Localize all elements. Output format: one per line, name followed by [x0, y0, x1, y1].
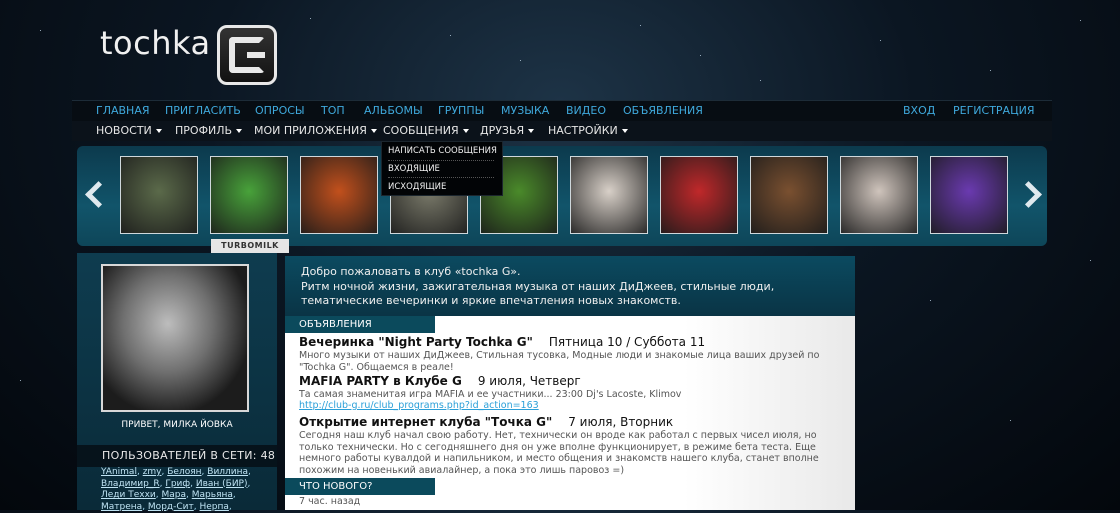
announcement-title-row[interactable]: Вечеринка "Night Party Tochka G" Пятница … [299, 335, 705, 349]
nav-login[interactable]: ВХОД [903, 104, 935, 117]
secondary-nav: НОВОСТИ ПРОФИЛЬ МОИ ПРИЛОЖЕНИЯ СООБЩЕНИЯ… [72, 121, 1052, 141]
announcement-date: Пятница 10 / Суббота 11 [548, 335, 706, 349]
announcement-date: 9 июля, Четверг [477, 374, 581, 388]
welcome-line: Добро пожаловать в клуб «tochka G». [301, 265, 521, 278]
online-users-title: ПОЛЬЗОВАТЕЛЕЙ В СЕТИ: 48 [102, 449, 276, 462]
user-link[interactable]: Мара [162, 490, 187, 500]
news-timestamp: 7 час. назад [299, 496, 361, 507]
carousel-thumb[interactable] [660, 156, 738, 234]
chevron-down-icon [621, 129, 628, 133]
messages-dropdown: НАПИСАТЬ СООБЩЕНИЯ ВХОДЯЩИЕ ИСХОДЯЩИЕ [381, 141, 503, 196]
carousel-thumb[interactable] [570, 156, 648, 234]
announcement-text: Та самая знаменитая игра MAFIA и ее учас… [299, 389, 682, 400]
carousel-thumb[interactable] [210, 156, 288, 234]
online-users-list: YAnimal, zmy, Белоян, Виллина, Владимир_… [101, 467, 251, 512]
user-link[interactable]: Иван (БИР) [196, 479, 248, 489]
logo-text: tochka [100, 24, 211, 62]
primary-nav: ГЛАВНАЯ ПРИГЛАСИТЬ ОПРОСЫ ТОП АЛЬБОМЫ ГР… [72, 100, 1052, 121]
menu-settings[interactable]: НАСТРОЙКИ [548, 124, 628, 137]
user-link[interactable]: Матрена [101, 502, 142, 512]
nav-top[interactable]: ТОП [321, 104, 345, 117]
nav-register[interactable]: РЕГИСТРАЦИЯ [953, 104, 1035, 117]
announcement-text: Много музыки от наших ДиДжеев, Стильная … [299, 350, 820, 373]
menu-news-label: НОВОСТИ [96, 124, 152, 137]
greeting: ПРИВЕТ, МИЛКА ЙОВКА [121, 420, 233, 430]
user-link[interactable]: Леди Теххи [101, 490, 156, 500]
carousel-thumb[interactable] [840, 156, 918, 234]
chevron-down-icon [155, 129, 162, 133]
menu-friends[interactable]: ДРУЗЬЯ [480, 124, 535, 137]
nav-home[interactable]: ГЛАВНАЯ [96, 104, 150, 117]
user-link[interactable]: Виллина [207, 467, 248, 477]
user-carousel [77, 146, 1047, 246]
menu-profile[interactable]: ПРОФИЛЬ [175, 124, 243, 137]
chevron-down-icon [528, 129, 535, 133]
announcements-tab: ОБЪЯВЛЕНИЯ [285, 316, 435, 333]
announcement-title-row[interactable]: Открытие интернет клуба "Точка G" 7 июля,… [299, 415, 673, 429]
menu-settings-label: НАСТРОЙКИ [548, 124, 618, 137]
carousel-thumb-label: TURBOMILK [211, 239, 289, 253]
nav-invite[interactable]: ПРИГЛАСИТЬ [165, 104, 241, 117]
logo-g-icon [217, 25, 277, 85]
announcement-title: Вечеринка "Night Party Tochka G" [299, 335, 533, 349]
user-link[interactable]: Белоян [167, 467, 201, 477]
carousel-prev-arrow-icon[interactable] [81, 178, 101, 208]
announcement-link[interactable]: http://club-g.ru/club_programs.php?id_ac… [299, 400, 539, 411]
user-link[interactable]: Морд-Сит [148, 502, 194, 512]
nav-ads[interactable]: ОБЪЯВЛЕНИЯ [623, 104, 703, 117]
chevron-down-icon [370, 129, 377, 133]
nav-music[interactable]: МУЗЫКА [501, 104, 549, 117]
main-content: ОБЪЯВЛЕНИЯ Вечеринка "Night Party Tochka… [285, 316, 855, 510]
dropdown-outbox[interactable]: ИСХОДЯЩИЕ [388, 182, 446, 192]
dropdown-write-message[interactable]: НАПИСАТЬ СООБЩЕНИЯ [388, 146, 497, 156]
menu-messages[interactable]: СООБЩЕНИЯ [383, 124, 469, 137]
carousel-thumb[interactable] [750, 156, 828, 234]
chevron-down-icon [462, 129, 469, 133]
online-users-header: ПОЛЬЗОВАТЕЛЕЙ В СЕТИ: 48 [77, 445, 277, 467]
user-link[interactable]: zmy [143, 467, 162, 477]
menu-my-apps[interactable]: МОИ ПРИЛОЖЕНИЯ [254, 124, 377, 137]
menu-my-apps-label: МОИ ПРИЛОЖЕНИЯ [254, 124, 367, 137]
announcement-title-row[interactable]: MAFIA PARTY в Клубе G 9 июля, Четверг [299, 374, 581, 388]
dropdown-inbox[interactable]: ВХОДЯЩИЕ [388, 164, 440, 174]
announcement-title: MAFIA PARTY в Клубе G [299, 374, 462, 388]
nav-polls[interactable]: ОПРОСЫ [255, 104, 305, 117]
menu-messages-label: СООБЩЕНИЯ [383, 124, 459, 137]
whats-new-tab: ЧТО НОВОГО? [285, 478, 435, 495]
left-sidebar: ПРИВЕТ, МИЛКА ЙОВКА ПОЛЬЗОВАТЕЛЕЙ В СЕТИ… [77, 253, 277, 512]
user-link[interactable]: Владимир_R [101, 479, 160, 489]
welcome-line: Ритм ночной жизни, зажигательная музыка … [301, 280, 775, 293]
welcome-banner: Добро пожаловать в клуб «tochka G». Ритм… [285, 256, 855, 316]
announcement-date: 7 июля, Вторник [568, 415, 674, 429]
user-link[interactable]: Нерпа [200, 502, 229, 512]
dropdown-divider [388, 177, 494, 178]
user-link[interactable]: Марьяна [192, 490, 233, 500]
nav-groups[interactable]: ГРУППЫ [438, 104, 484, 117]
avatar[interactable] [101, 264, 249, 412]
carousel-thumb[interactable] [300, 156, 378, 234]
menu-news[interactable]: НОВОСТИ [96, 124, 162, 137]
carousel-next-arrow-icon[interactable] [1021, 178, 1041, 208]
dropdown-divider [388, 160, 494, 161]
user-link[interactable]: YAnimal [101, 467, 137, 477]
nav-albums[interactable]: АЛЬБОМЫ [364, 104, 423, 117]
nav-video[interactable]: ВИДЕО [566, 104, 606, 117]
menu-profile-label: ПРОФИЛЬ [175, 124, 233, 137]
user-link[interactable]: Гриф [165, 479, 190, 489]
carousel-thumb[interactable] [930, 156, 1008, 234]
menu-friends-label: ДРУЗЬЯ [480, 124, 525, 137]
carousel-thumb[interactable] [120, 156, 198, 234]
chevron-down-icon [236, 129, 243, 133]
welcome-line: тематические вечеринки и яркие впечатлен… [301, 294, 681, 307]
announcement-text: Сегодня наш клуб начал свою работу. Нет,… [299, 430, 819, 476]
announcement-title: Открытие интернет клуба "Точка G" [299, 415, 553, 429]
